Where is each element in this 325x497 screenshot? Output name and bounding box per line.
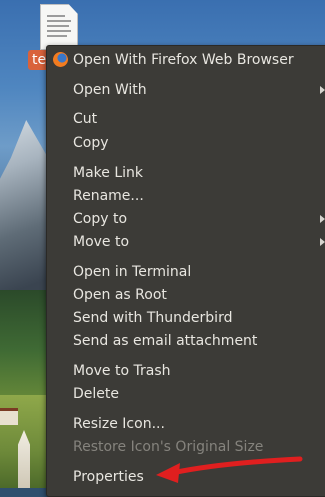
menu-item-move-to-trash[interactable]: Move to Trash xyxy=(47,360,325,382)
menu-item-label: Open in Terminal xyxy=(73,264,192,280)
red-arrow-annotation xyxy=(156,456,303,483)
text-file-icon[interactable] xyxy=(40,4,78,50)
menu-item-copy[interactable]: Copy xyxy=(47,132,325,154)
menu-item-label: Copy to xyxy=(73,211,128,227)
menu-item-send-with-thunderbird[interactable]: Send with Thunderbird xyxy=(47,307,325,329)
menu-item-label: Send with Thunderbird xyxy=(73,310,233,326)
menu-item-label: Rename... xyxy=(73,188,144,204)
firefox-icon xyxy=(53,52,68,67)
house xyxy=(0,408,18,425)
menu-item-open-as-root[interactable]: Open as Root xyxy=(47,284,325,306)
menu-item-label: Make Link xyxy=(73,165,143,181)
menu-item-label: Cut xyxy=(73,111,98,127)
menu-item-open-in-terminal[interactable]: Open in Terminal xyxy=(47,261,325,283)
menu-item-delete[interactable]: Delete xyxy=(47,383,325,405)
menu-item-label: Delete xyxy=(73,386,119,402)
menu-item-label: Resize Icon... xyxy=(73,416,165,432)
menu-item-open-with-firefox[interactable]: Open With Firefox Web Browser xyxy=(47,49,325,71)
menu-item-rename[interactable]: Rename... xyxy=(47,185,325,207)
menu-item-label: Send as email attachment xyxy=(73,333,258,349)
menu-item-resize-icon[interactable]: Resize Icon... xyxy=(47,413,325,435)
menu-item-label: Copy xyxy=(73,135,109,151)
menu-item-label: Open With Firefox Web Browser xyxy=(73,52,294,68)
submenu-arrow-icon xyxy=(320,238,325,246)
submenu-arrow-icon xyxy=(320,86,325,94)
menu-item-open-with[interactable]: Open With xyxy=(47,79,325,101)
menu-item-make-link[interactable]: Make Link xyxy=(47,162,325,184)
menu-item-label: Move to Trash xyxy=(73,363,171,379)
arrow-shaft xyxy=(169,456,303,476)
menu-item-label: Open With xyxy=(73,82,147,98)
menu-item-move-to[interactable]: Move to xyxy=(47,231,325,253)
context-menu: Open With Firefox Web Browser Open With … xyxy=(46,45,325,497)
menu-item-label: Move to xyxy=(73,234,130,250)
arrow-head-icon xyxy=(156,463,180,483)
menu-item-label: Open as Root xyxy=(73,287,167,303)
menu-item-send-as-email-attachment[interactable]: Send as email attachment xyxy=(47,330,325,352)
menu-item-copy-to[interactable]: Copy to xyxy=(47,208,325,230)
submenu-arrow-icon xyxy=(320,215,325,223)
menu-item-label: Properties xyxy=(73,469,144,485)
menu-item-cut[interactable]: Cut xyxy=(47,108,325,130)
